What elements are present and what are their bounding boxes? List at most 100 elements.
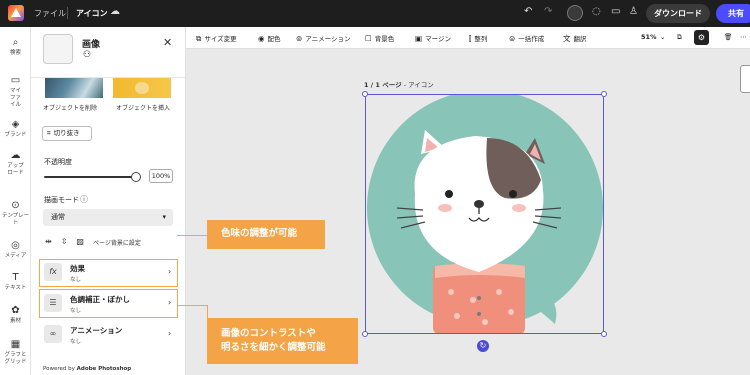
divider <box>67 7 68 19</box>
opacity-slider-track[interactable] <box>44 176 136 178</box>
align-label: 整列 <box>474 35 488 43</box>
margin-icon: ▣ <box>415 34 423 43</box>
template-icon: ⊙ <box>11 200 20 211</box>
trash-icon[interactable]: 🗑 <box>724 33 732 41</box>
resize-button[interactable]: ⧉ サイズ変更 <box>196 33 237 44</box>
blend-mode-select[interactable]: 通常 ▾ <box>43 209 173 226</box>
animation-icon: ∞ <box>44 325 62 343</box>
redo-icon[interactable]: ↷ <box>544 6 552 17</box>
elements-icon: ✿ <box>11 305 20 316</box>
close-icon[interactable]: ✕ <box>163 36 172 49</box>
rail-item-elements[interactable]: ✿ 素材 <box>0 305 31 325</box>
rail-label: グラフとグリッド <box>4 352 27 365</box>
translate-label: 翻訳 <box>573 35 587 43</box>
page-name: アイコン <box>408 81 434 89</box>
flip-horizontal-icon[interactable]: ⇹ <box>45 237 52 246</box>
rail-label: アップロード <box>7 163 24 176</box>
undo-icon[interactable]: ↶ <box>524 6 532 17</box>
add-user-icon[interactable] <box>567 5 583 21</box>
comment-icon[interactable]: ▭ <box>611 6 620 17</box>
highlight-box <box>39 289 178 318</box>
rail-item-brand[interactable]: ◈ ブランド <box>0 119 31 139</box>
text-icon: T <box>12 272 19 283</box>
background-icon[interactable]: ▨ <box>76 237 84 246</box>
translate-button[interactable]: 文翻訳 <box>563 33 587 44</box>
rail-item-text[interactable]: T テキスト <box>0 272 31 292</box>
animation-button[interactable]: ⊚ アニメーション <box>296 33 351 43</box>
bulk-create-label: 一括作成 <box>518 35 545 43</box>
callout-contrast: 画像のコントラストや 明るさを細かく調整可能 <box>207 318 358 364</box>
rotate-icon[interactable]: ↻ <box>477 340 489 352</box>
rail-item-upload[interactable]: ☁ アップロード <box>0 150 31 177</box>
lightbulb-icon[interactable]: ◌ <box>592 6 601 17</box>
rail-item-media[interactable]: ◎ メディア <box>0 240 31 260</box>
settings-icon[interactable]: ⚙ <box>694 30 709 45</box>
animation-label: アニメーション <box>305 35 351 43</box>
rail-item-grid[interactable]: ▦ グラフとグリッド <box>0 339 31 366</box>
rail-item-my-files[interactable]: ▭ マイファイル <box>0 75 31 109</box>
crop-button[interactable]: ⌗ 切り抜き <box>42 126 92 141</box>
grid-icon: ▦ <box>10 339 21 350</box>
chevron-down-icon[interactable]: ⌄ <box>660 33 665 41</box>
color-scheme-button[interactable]: ◉ 配色 <box>258 33 281 43</box>
flip-vertical-icon[interactable]: ⇳ <box>61 237 68 246</box>
callout-leader <box>207 305 208 318</box>
search-icon: ⌕ <box>12 37 19 48</box>
present-icon[interactable]: ♙ <box>629 6 638 17</box>
side-panel-toggle[interactable] <box>740 65 750 93</box>
app-logo[interactable] <box>8 5 24 21</box>
checkbox-icon: ☐ <box>365 34 372 43</box>
resize-label: サイズ変更 <box>204 35 237 43</box>
info-icon[interactable]: ⓘ <box>80 194 88 205</box>
bg-color-label: 背景色 <box>374 35 395 43</box>
callout-line: 画像のコントラストや <box>221 328 316 339</box>
set-as-background-button[interactable]: ページ背景に設定 <box>93 238 141 247</box>
download-button[interactable]: ダウンロード <box>646 4 710 23</box>
rail-label: 検索 <box>9 50 21 56</box>
image-properties-panel: 画像 ⚇ ✕ オブジェクトを削除 オブジェクトを挿入 ⌗ 切り抜き 不透明度 10… <box>31 27 186 375</box>
crop-icon: ⌗ <box>47 129 51 137</box>
remove-object-label[interactable]: オブジェクトを削除 <box>43 103 97 112</box>
resize-handle[interactable] <box>362 331 368 337</box>
rail-label: テンプレート <box>1 213 30 226</box>
layers-icon[interactable]: ⧉ <box>677 33 682 42</box>
rail-item-search[interactable]: ⌕ 検索 <box>0 37 31 57</box>
opacity-value-field[interactable]: 100% <box>149 169 173 183</box>
animation-item[interactable]: ∞ アニメーション なし › <box>40 322 177 347</box>
callout-leader <box>177 235 207 236</box>
callout-hue: 色味の調整が可能 <box>207 220 325 249</box>
page-number: 1 / 1 ページ <box>364 81 402 89</box>
margin-label: マージン <box>425 35 451 43</box>
document-title[interactable]: アイコン <box>76 8 108 19</box>
blend-mode-label: 描画モード <box>44 196 79 204</box>
more-icon[interactable]: ⋯ <box>740 33 747 41</box>
media-icon: ◎ <box>11 240 20 251</box>
rail-label: マイファイル <box>9 88 21 108</box>
page-label: 1 / 1 ページ - アイコン <box>364 81 434 89</box>
margin-button[interactable]: ▣ マージン <box>415 33 451 43</box>
resize-handle[interactable] <box>601 331 607 337</box>
file-menu[interactable]: ファイル <box>34 8 66 19</box>
zoom-level[interactable]: 51% <box>641 33 657 41</box>
resize-handle[interactable] <box>362 91 368 97</box>
opacity-slider-handle[interactable] <box>131 172 141 182</box>
chevron-right-icon: › <box>168 329 172 338</box>
align-button[interactable]: ⫿ 整列 <box>469 33 487 44</box>
insert-object-label[interactable]: オブジェクトを挿入 <box>116 103 170 112</box>
bulk-create-button[interactable]: ⊜ 一括作成 <box>509 33 544 43</box>
remove-object-preview[interactable] <box>45 78 103 98</box>
background-color-button[interactable]: ☐ 背景色 <box>365 33 394 43</box>
rail-item-templates[interactable]: ⊙ テンプレート <box>0 200 31 227</box>
selection-frame[interactable] <box>365 94 604 334</box>
panel-title: 画像 <box>82 40 101 50</box>
resize-handle[interactable] <box>601 91 607 97</box>
crop-label: 切り抜き <box>53 129 80 137</box>
share-button[interactable]: 共有 <box>716 4 750 23</box>
footer-prefix: Powered by <box>43 366 75 372</box>
align-icon: ⫿ <box>469 34 472 43</box>
upload-icon: ☁ <box>10 150 21 161</box>
callout-leader <box>177 305 207 306</box>
bulk-create-icon: ⊜ <box>509 34 516 43</box>
link-icon[interactable]: ⚇ <box>83 50 91 60</box>
insert-object-preview[interactable] <box>113 78 171 98</box>
